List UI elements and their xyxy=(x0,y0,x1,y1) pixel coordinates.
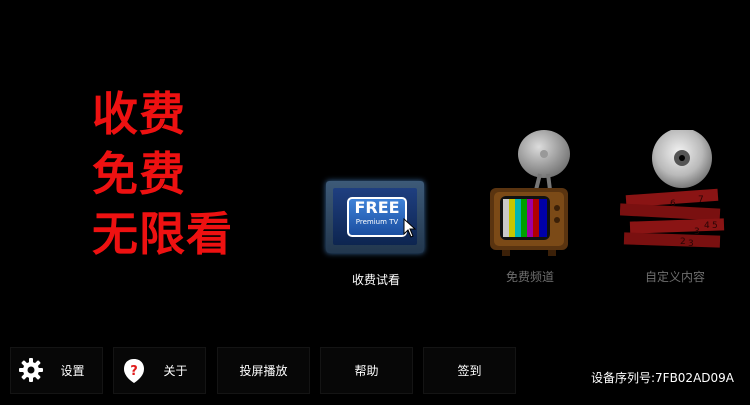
svg-text:7: 7 xyxy=(698,195,704,205)
settings-label: 设置 xyxy=(60,364,85,378)
device-serial: 设备序列号:7FB02AD09A xyxy=(590,371,734,385)
tile-paid-trial[interactable]: FREE Premium TV 收费试看 xyxy=(318,175,434,290)
cast-play-label: 投屏播放 xyxy=(239,364,288,378)
checkin-button[interactable]: 签到 xyxy=(423,347,516,394)
free-plate-subtitle: Premium TV xyxy=(355,218,399,226)
help-button[interactable]: 帮助 xyxy=(320,347,413,394)
tile-free-channels[interactable]: 免费频道 xyxy=(488,130,572,285)
cd-disc-icon: 6 7 4 5 2 3 3 xyxy=(620,130,725,249)
tile-label: 免费频道 xyxy=(505,270,554,284)
free-plate-title: FREE xyxy=(354,198,400,217)
help-label: 帮助 xyxy=(354,364,379,378)
free-tv-icon: FREE Premium TV xyxy=(326,181,424,253)
tile-label: 自定义内容 xyxy=(644,270,705,284)
about-label: 关于 xyxy=(163,364,188,378)
svg-text:3: 3 xyxy=(694,227,700,237)
svg-text:6: 6 xyxy=(670,199,676,209)
checkin-label: 签到 xyxy=(457,364,482,378)
promo-line: 免费 xyxy=(92,147,186,201)
promo-line: 无限看 xyxy=(92,207,233,261)
tile-label: 收费试看 xyxy=(351,273,400,287)
svg-text:3: 3 xyxy=(688,239,694,249)
tile-custom-content[interactable]: 6 7 4 5 2 3 3 自定义内容 xyxy=(620,130,730,285)
settings-button[interactable]: 设置 xyxy=(10,347,103,394)
svg-text:4: 4 xyxy=(704,221,710,231)
question-icon: ? xyxy=(124,359,144,383)
about-button[interactable]: ? 关于 xyxy=(113,347,206,394)
promo-text: 收费 免费 无限看 xyxy=(92,84,233,264)
svg-text:?: ? xyxy=(130,364,138,379)
svg-text:5: 5 xyxy=(712,221,718,231)
cast-play-button[interactable]: 投屏播放 xyxy=(217,347,310,394)
svg-text:2: 2 xyxy=(680,237,686,247)
gear-icon xyxy=(19,358,43,382)
cursor-icon xyxy=(403,218,417,238)
promo-line: 收费 xyxy=(92,87,186,141)
retro-tv-icon xyxy=(490,130,570,256)
